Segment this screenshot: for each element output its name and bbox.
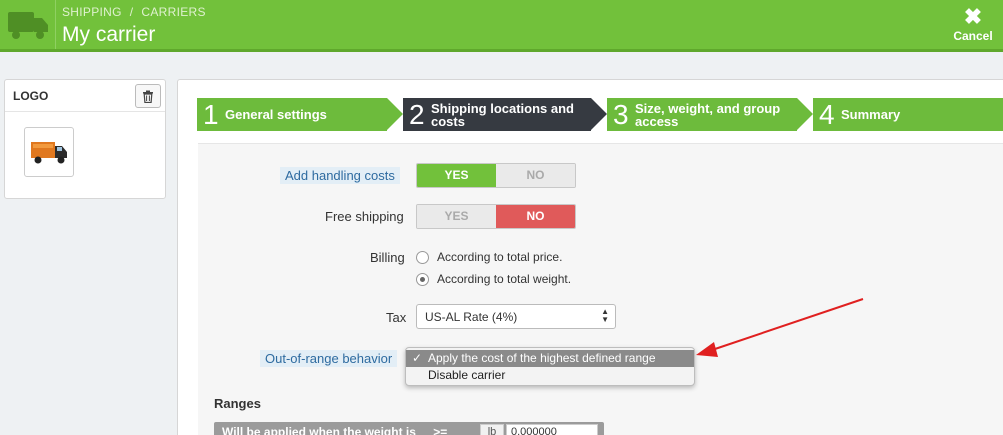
handling-yes-option[interactable]: YES <box>417 164 496 187</box>
billing-option-weight-label: According to total weight. <box>437 272 572 286</box>
step-number: 1 <box>203 98 219 130</box>
tax-select-value: US-AL Rate (4%) <box>425 310 518 324</box>
out-of-range-option-disable[interactable]: Disable carrier <box>406 367 694 384</box>
step-number: 3 <box>613 98 629 130</box>
out-of-range-dropdown[interactable]: ✓ Apply the cost of the highest defined … <box>405 347 695 386</box>
step-arrow <box>387 98 403 130</box>
step-label: Size, weight, and group access <box>635 100 781 129</box>
step-number: 2 <box>409 98 425 130</box>
form-area <box>198 143 1003 435</box>
out-of-range-label: Out-of-range behavior <box>260 350 398 367</box>
trash-icon <box>143 90 153 103</box>
step-number: 4 <box>819 98 835 130</box>
tax-label: Tax <box>386 310 407 325</box>
billing-label: Billing <box>370 250 405 265</box>
billing-option-price-label: According to total price. <box>437 250 563 264</box>
top-bar: SHIPPING / CARRIERS My carrier ✖ Cancel <box>0 0 1003 52</box>
cancel-label: Cancel <box>953 29 993 43</box>
free-shipping-label: Free shipping <box>325 209 404 224</box>
out-of-range-option-highest[interactable]: ✓ Apply the cost of the highest defined … <box>406 350 694 367</box>
ranges-operator: >= <box>433 425 448 435</box>
ranges-row-label: Will be applied when the weight is >= <box>222 425 447 435</box>
option-label: Disable carrier <box>428 368 506 382</box>
truck-icon <box>0 0 56 49</box>
breadcrumb: SHIPPING / CARRIERS <box>62 5 206 19</box>
checkmark-icon: ✓ <box>412 351 423 365</box>
step-general-settings[interactable]: 1 General settings <box>197 98 387 131</box>
handling-no-option[interactable]: NO <box>496 164 575 187</box>
step-label: General settings <box>225 107 327 122</box>
step-summary[interactable]: 4 Summary <box>813 98 1003 131</box>
handling-costs-text: Add handling costs <box>280 167 400 184</box>
wizard-steps: 1 General settings 2 Shipping locations … <box>197 98 1003 131</box>
breadcrumb-separator: / <box>129 5 134 19</box>
logo-panel: LOGO <box>4 79 166 199</box>
handling-costs-toggle[interactable]: YES NO <box>416 163 576 188</box>
logo-label: LOGO <box>13 89 49 103</box>
tax-select[interactable]: US-AL Rate (4%) ▲ ▼ <box>416 304 616 329</box>
step-size-weight[interactable]: 3 Size, weight, and group access <box>607 98 797 131</box>
billing-radio-weight[interactable]: According to total weight. <box>416 272 571 286</box>
step-label: Summary <box>841 107 901 122</box>
annotation-arrow <box>696 298 864 357</box>
step-shipping-locations[interactable]: 2 Shipping locations and costs <box>403 98 591 131</box>
option-label: Apply the cost of the highest defined ra… <box>428 351 656 365</box>
range-unit: lb <box>480 424 504 435</box>
handling-costs-label: Add handling costs <box>280 167 400 184</box>
logo-panel-header: LOGO <box>5 80 165 112</box>
out-of-range-text: Out-of-range behavior <box>260 350 398 367</box>
range-value-input[interactable]: 0.000000 <box>506 424 598 435</box>
step-arrow <box>797 98 813 130</box>
close-icon: ✖ <box>963 4 983 29</box>
step-arrow <box>591 98 607 130</box>
breadcrumb-shipping[interactable]: SHIPPING <box>62 5 122 19</box>
breadcrumb-carriers[interactable]: CARRIERS <box>141 5 205 19</box>
free-shipping-toggle[interactable]: YES NO <box>416 204 576 229</box>
ranges-title: Ranges <box>214 396 261 411</box>
billing-radio-price[interactable]: According to total price. <box>416 250 562 264</box>
page-title: My carrier <box>62 23 156 46</box>
free-shipping-yes-option[interactable]: YES <box>417 205 496 228</box>
cancel-button[interactable]: ✖ Cancel <box>953 4 993 44</box>
radio-circle <box>416 250 429 264</box>
ranges-row-text: Will be applied when the weight is <box>222 425 416 435</box>
radio-circle-selected <box>416 272 429 286</box>
select-arrows-icon: ▲ ▼ <box>601 307 609 324</box>
delete-logo-button[interactable] <box>135 84 161 108</box>
step-label: Shipping locations and costs <box>431 100 574 129</box>
free-shipping-no-option[interactable]: NO <box>496 205 575 228</box>
carrier-logo-image[interactable] <box>24 127 74 177</box>
